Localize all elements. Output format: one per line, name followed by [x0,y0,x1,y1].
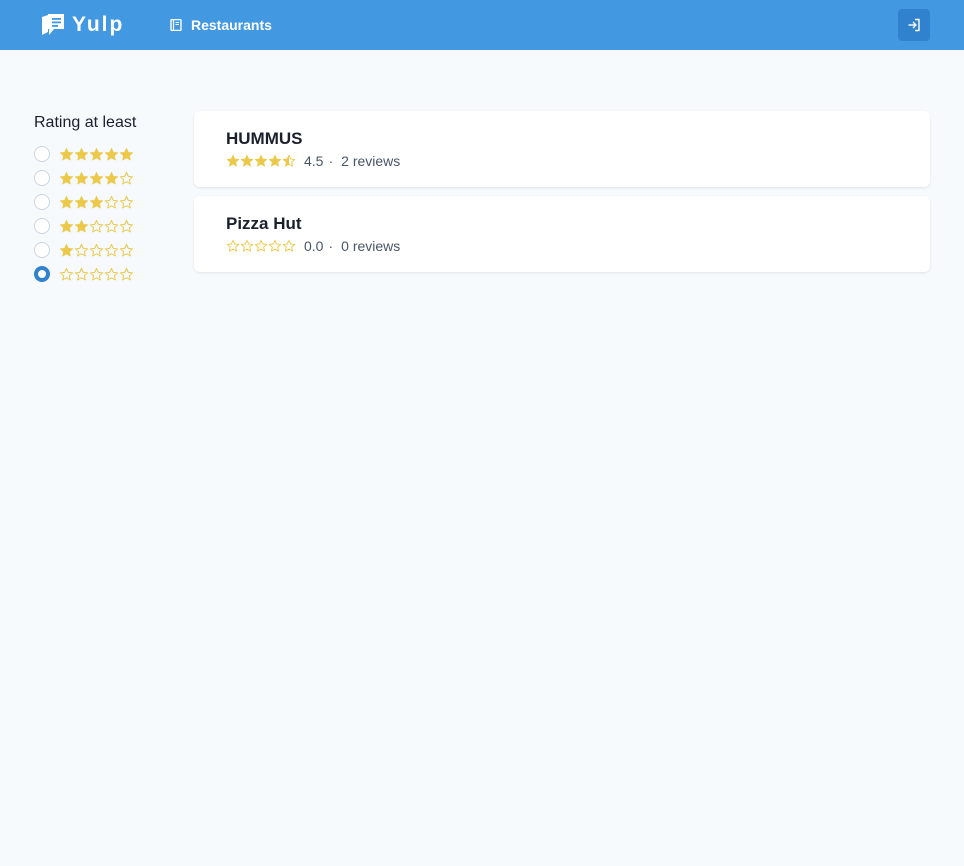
rating-radio[interactable] [34,170,50,186]
nav-restaurants-link[interactable]: Restaurants [170,16,272,34]
star-rating [59,219,134,234]
separator-dot: · [328,238,334,254]
review-count: 0 reviews [341,238,401,254]
star-rating [59,267,134,282]
star-empty-icon [268,239,282,253]
star-filled-icon [89,147,104,162]
star-rating [59,171,134,186]
nav-restaurants-label: Restaurants [191,17,272,33]
star-empty-icon [104,267,119,282]
rating-radio[interactable] [34,218,50,234]
star-filled-icon [74,171,89,186]
star-filled-icon [59,147,74,162]
star-empty-icon [89,219,104,234]
star-empty-icon [119,195,134,210]
star-filled-icon [59,195,74,210]
rating-value: 0.0 [304,238,324,254]
star-empty-icon [59,267,74,282]
separator-dot: · [328,153,334,169]
brand-logo[interactable]: Yulp [40,11,124,39]
filter-option-5-stars[interactable] [34,142,174,166]
star-filled-icon [226,154,240,168]
rating-radio[interactable] [34,146,50,162]
star-rating [226,154,296,168]
rating-value: 4.5 [304,153,324,169]
filter-option-0-stars[interactable] [34,262,174,286]
star-empty-icon [254,239,268,253]
restaurant-name[interactable]: Pizza Hut [226,215,898,233]
star-filled-icon [89,195,104,210]
star-filled-icon [254,154,268,168]
book-icon [170,19,182,31]
star-empty-icon [119,243,134,258]
rating-radio[interactable] [34,242,50,258]
rating-filter: Rating at least [34,114,174,286]
star-filled-icon [74,147,89,162]
filter-option-1-stars[interactable] [34,238,174,262]
star-empty-icon [74,243,89,258]
star-empty-icon [119,219,134,234]
chat-book-icon [42,14,64,35]
review-count: 2 reviews [341,153,401,169]
star-filled-icon [89,171,104,186]
star-empty-icon [104,243,119,258]
star-filled-icon [59,219,74,234]
restaurant-card[interactable]: HUMMUS 4.5 · 2 reviews [194,111,930,187]
star-rating [226,239,296,253]
filter-option-4-stars[interactable] [34,166,174,190]
star-empty-icon [74,267,89,282]
star-empty-icon [104,219,119,234]
restaurant-name[interactable]: HUMMUS [226,130,898,148]
star-empty-icon [104,195,119,210]
star-empty-icon [89,243,104,258]
sign-in-icon [908,18,920,32]
star-filled-icon [104,171,119,186]
star-half-icon [282,154,296,168]
star-filled-icon [74,219,89,234]
star-empty-icon [282,239,296,253]
navbar: Yulp Restaurants [0,0,964,50]
star-empty-icon [119,267,134,282]
star-empty-icon [119,171,134,186]
star-empty-icon [89,267,104,282]
star-rating [59,147,134,162]
star-filled-icon [119,147,134,162]
filter-option-3-stars[interactable] [34,190,174,214]
restaurant-meta: 0.0 · 0 reviews [226,238,898,254]
star-filled-icon [268,154,282,168]
star-filled-icon [59,171,74,186]
login-button[interactable] [898,9,930,41]
star-rating [59,195,134,210]
restaurant-list: HUMMUS 4.5 · 2 reviews Pizza Hut 0.0 · 0 review… [194,111,930,281]
star-rating [59,243,134,258]
brand-name: Yulp [72,13,125,36]
star-empty-icon [226,239,240,253]
star-empty-icon [240,239,254,253]
filter-title: Rating at least [34,114,137,131]
star-filled-icon [104,147,119,162]
rating-radio[interactable] [34,266,50,282]
star-filled-icon [74,195,89,210]
rating-radio[interactable] [34,194,50,210]
filter-options [34,142,174,286]
star-filled-icon [59,243,74,258]
star-filled-icon [240,154,254,168]
restaurant-meta: 4.5 · 2 reviews [226,153,898,169]
filter-option-2-stars[interactable] [34,214,174,238]
restaurant-card[interactable]: Pizza Hut 0.0 · 0 reviews [194,196,930,272]
